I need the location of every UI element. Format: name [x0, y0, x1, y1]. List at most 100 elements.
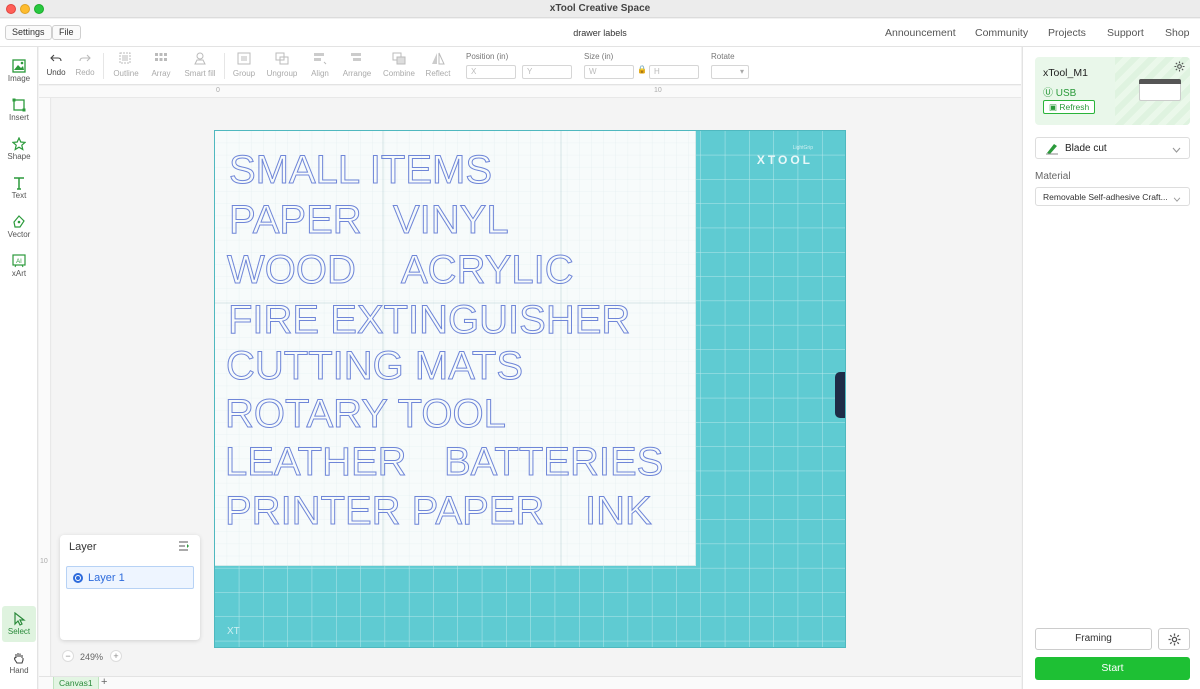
processing-mode-select[interactable]: Blade cut — [1035, 137, 1190, 159]
device-name: xTool_M1 — [1043, 67, 1088, 79]
start-button[interactable]: Start — [1035, 657, 1190, 680]
undo-button[interactable]: Undo — [45, 52, 67, 77]
size-height-field[interactable]: H — [649, 65, 699, 79]
insert-icon — [12, 98, 26, 112]
top-ruler: 0 10 — [39, 86, 1021, 98]
position-label: Position (in) — [466, 52, 509, 61]
outline-icon — [119, 52, 131, 64]
nav-projects[interactable]: Projects — [1048, 27, 1086, 39]
device-panel: xTool_M1 Ⓤ USB ▣ Refresh Blade cut Mater… — [1022, 47, 1200, 689]
tab-canvas1[interactable]: Canvas1 — [53, 677, 99, 689]
framing-button[interactable]: Framing — [1035, 628, 1152, 650]
vector-icon — [13, 215, 25, 228]
redo-button[interactable]: Redo — [74, 52, 96, 77]
chevron-down-icon — [1173, 193, 1181, 205]
label-printer-paper[interactable]: PRINTER PAPER — [225, 489, 545, 534]
label-ink[interactable]: INK — [585, 489, 653, 534]
add-canvas-button[interactable]: + — [101, 676, 107, 688]
smart-fill-icon — [194, 52, 206, 65]
device-settings-icon[interactable] — [1174, 61, 1185, 75]
blade-icon — [1045, 142, 1059, 158]
outline-button[interactable]: Outline — [111, 52, 141, 78]
smart-fill-button[interactable]: Smart fill — [182, 52, 218, 78]
layer-options-icon[interactable] — [179, 541, 190, 554]
ruler-mark: 0 — [216, 87, 220, 94]
label-rotary-tool[interactable]: ROTARY TOOL — [225, 392, 507, 437]
material-label: Material — [1035, 171, 1071, 182]
device-card: xTool_M1 Ⓤ USB ▣ Refresh — [1035, 57, 1190, 125]
label-text-group[interactable]: SMALL ITEMS PAPER VINYL WOOD ACRYLIC FIR… — [215, 131, 846, 648]
layer-row[interactable]: Layer 1 — [66, 566, 194, 589]
position-y-field[interactable]: Y — [522, 65, 572, 79]
label-paper[interactable]: PAPER — [229, 198, 363, 243]
process-settings-button[interactable] — [1158, 628, 1190, 650]
label-vinyl[interactable]: VINYL — [393, 198, 510, 243]
hand-icon — [14, 653, 24, 664]
nav-announcement[interactable]: Announcement — [885, 27, 956, 39]
group-icon — [237, 52, 251, 65]
label-acrylic[interactable]: ACRYLIC — [401, 248, 575, 293]
hand-tool[interactable]: Hand — [2, 645, 36, 681]
chevron-down-icon — [1172, 144, 1181, 156]
select-tool[interactable]: Select — [2, 606, 36, 642]
layer-panel-title: Layer — [69, 541, 97, 553]
file-menu-button[interactable]: File — [52, 25, 81, 40]
arrange-icon — [351, 53, 361, 61]
label-leather[interactable]: LEATHER — [225, 440, 408, 485]
title-bar: xTool Creative Space — [0, 0, 1200, 18]
align-icon — [314, 53, 327, 65]
insert-tool[interactable]: Insert — [2, 92, 36, 128]
align-button[interactable]: Align — [307, 52, 333, 78]
combine-button[interactable]: Combine — [381, 52, 417, 78]
nav-community[interactable]: Community — [975, 27, 1028, 39]
rotate-field[interactable]: ▾ — [711, 65, 749, 79]
canvas-tabs: Canvas1 + — [39, 676, 1021, 689]
ungroup-button[interactable]: Ungroup — [265, 52, 299, 78]
image-icon — [12, 59, 26, 73]
xart-tool[interactable]: AI xArt — [2, 248, 36, 284]
toolbar-divider — [103, 53, 104, 79]
usb-icon: Ⓤ — [1043, 88, 1053, 99]
svg-text:AI: AI — [16, 259, 22, 265]
nav-support[interactable]: Support — [1107, 27, 1144, 39]
vector-tool[interactable]: Vector — [2, 209, 36, 245]
text-tool[interactable]: Text — [2, 170, 36, 206]
reflect-button[interactable]: Reflect — [423, 52, 453, 78]
select-icon — [14, 612, 26, 626]
refresh-button[interactable]: ▣ Refresh — [1043, 100, 1096, 114]
zoom-out-button[interactable]: − — [62, 650, 74, 662]
zoom-control: − 249% + — [60, 649, 124, 665]
image-tool[interactable]: Image — [2, 53, 36, 89]
ungroup-icon — [275, 52, 289, 65]
gear-icon — [1168, 633, 1180, 646]
layer-name: Layer 1 — [88, 572, 125, 584]
material-value: Removable Self-adhesive Craft... — [1043, 192, 1168, 202]
label-fire-extinguisher[interactable]: FIRE EXTINGUISHER — [228, 298, 631, 343]
combine-icon — [392, 52, 406, 65]
group-button[interactable]: Group — [231, 52, 257, 78]
label-cutting-mats[interactable]: CUTTING MATS — [226, 344, 524, 389]
left-ruler: 10 — [39, 98, 51, 676]
size-width-field[interactable]: W — [584, 65, 634, 79]
zoom-level: 249% — [80, 652, 104, 662]
array-icon — [155, 53, 167, 61]
settings-menu-button[interactable]: Settings — [5, 25, 52, 40]
size-label: Size (in) — [584, 52, 614, 61]
xart-icon: AI — [12, 254, 26, 268]
shape-icon — [12, 137, 26, 151]
position-x-field[interactable]: X — [466, 65, 516, 79]
material-select[interactable]: Removable Self-adhesive Craft... — [1035, 187, 1190, 206]
label-small-items[interactable]: SMALL ITEMS — [229, 148, 493, 193]
device-connection-label: USB — [1055, 88, 1077, 99]
layer-radio-icon[interactable] — [73, 573, 83, 583]
text-icon — [14, 177, 24, 190]
lock-ratio-icon[interactable]: 🔒 — [637, 65, 647, 74]
array-button[interactable]: Array — [148, 52, 174, 78]
zoom-in-button[interactable]: + — [110, 650, 122, 662]
arrange-button[interactable]: Arrange — [340, 52, 374, 78]
shape-tool[interactable]: Shape — [2, 131, 36, 167]
mat-side-handle — [835, 372, 845, 418]
label-wood[interactable]: WOOD — [227, 248, 357, 293]
nav-shop[interactable]: Shop — [1165, 27, 1190, 39]
label-batteries[interactable]: BATTERIES — [444, 440, 664, 485]
